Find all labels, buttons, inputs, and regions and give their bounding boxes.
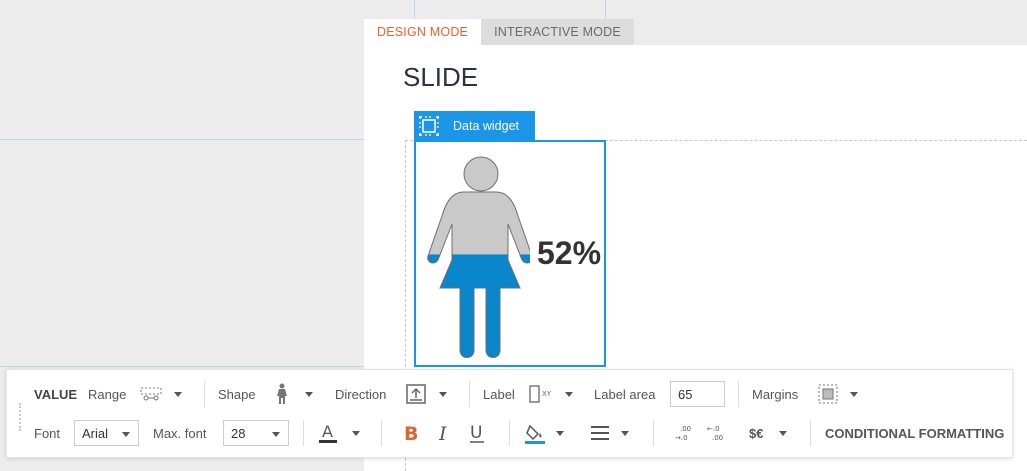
shape-label: Shape (218, 386, 256, 402)
toolbar-separator (810, 420, 811, 446)
font-label: Font (34, 425, 61, 441)
margins-dropdown-caret[interactable] (848, 379, 860, 409)
toolbar-separator (303, 420, 304, 446)
range-label: Range (88, 386, 127, 402)
svg-text:U: U (470, 423, 482, 443)
range-icon[interactable] (140, 379, 162, 409)
label-area-label: Label area (594, 386, 656, 402)
currency-format-button[interactable]: $€ (749, 418, 763, 448)
label-position-icon[interactable]: XY (529, 379, 553, 409)
person-shape-icon[interactable] (275, 379, 289, 409)
value-heading: VALUE (34, 386, 78, 402)
person-level-fill (427, 254, 530, 358)
person-female-icon (427, 156, 530, 358)
toolbar-separator (381, 420, 382, 446)
range-dropdown-caret[interactable] (172, 379, 184, 409)
svg-text:A: A (322, 422, 333, 441)
svg-text:.00: .00 (680, 425, 691, 433)
underline-icon[interactable]: U (469, 418, 485, 448)
font-select-caret (122, 432, 130, 437)
toolbar-separator (469, 381, 470, 407)
toolbar-row-font: Font Arial Max. font 28 A B I U .00 →.0 … (7, 418, 1012, 448)
data-widget-tag[interactable]: Data widget (414, 111, 535, 140)
increase-decimals-icon[interactable]: .00 →.0 (675, 418, 693, 448)
font-select-value: Arial (82, 425, 109, 441)
label-area-input[interactable]: 65 (670, 381, 725, 407)
svg-text:.00: .00 (712, 434, 723, 442)
decrease-decimals-icon[interactable]: ←.0.00 (707, 418, 725, 448)
conditional-formatting-button[interactable]: CONDITIONAL FORMATTING (825, 418, 1004, 448)
data-widget[interactable]: 52% (414, 140, 606, 367)
widget-value-label: 52% (537, 235, 602, 271)
svg-text:XY: XY (542, 390, 552, 398)
line-style-icon[interactable] (590, 418, 610, 448)
direction-up-icon[interactable] (406, 379, 426, 409)
toolbar-separator (204, 381, 205, 407)
label-label: Label (483, 386, 515, 402)
svg-text:→.0: →.0 (675, 434, 688, 442)
font-color-icon[interactable]: A (318, 418, 338, 448)
label-dropdown-caret[interactable] (563, 379, 575, 409)
toolbar-separator (509, 420, 510, 446)
shape-dropdown-caret[interactable] (303, 379, 315, 409)
toolbar-separator (738, 381, 739, 407)
fill-color-dropdown-caret[interactable] (554, 418, 566, 448)
svg-text:B: B (404, 423, 418, 443)
margins-icon[interactable] (818, 379, 838, 409)
svg-text:I: I (439, 423, 447, 443)
svg-text:←.0: ←.0 (707, 425, 720, 433)
font-select[interactable]: Arial (74, 420, 139, 446)
widget-select-icon (419, 115, 439, 136)
tab-design-mode[interactable]: DESIGN MODE (364, 19, 482, 45)
direction-label: Direction (335, 386, 387, 402)
format-toolbar: VALUE Range Shape Direction Label XY Lab… (6, 369, 1013, 458)
direction-dropdown-caret[interactable] (437, 379, 449, 409)
currency-dropdown-caret[interactable] (777, 418, 789, 448)
data-widget-label: Data widget (453, 118, 520, 133)
max-font-select-caret (272, 432, 280, 437)
tab-interactive-mode[interactable]: INTERACTIVE MODE (481, 19, 634, 45)
italic-icon[interactable]: I (439, 418, 449, 448)
toolbar-separator (653, 420, 654, 446)
font-color-dropdown-caret[interactable] (350, 418, 362, 448)
max-font-label: Max. font (153, 425, 207, 441)
max-font-select-value: 28 (231, 425, 246, 441)
margins-label: Margins (752, 386, 799, 402)
fill-color-icon[interactable] (524, 418, 546, 448)
max-font-select[interactable]: 28 (223, 420, 289, 446)
bold-icon[interactable]: B (404, 418, 418, 448)
slide-title[interactable]: SLIDE (403, 62, 478, 93)
mode-tabs: DESIGN MODE INTERACTIVE MODE (364, 19, 634, 45)
line-style-dropdown-caret[interactable] (619, 418, 631, 448)
toolbar-row-value: VALUE Range Shape Direction Label XY Lab… (7, 379, 1012, 409)
